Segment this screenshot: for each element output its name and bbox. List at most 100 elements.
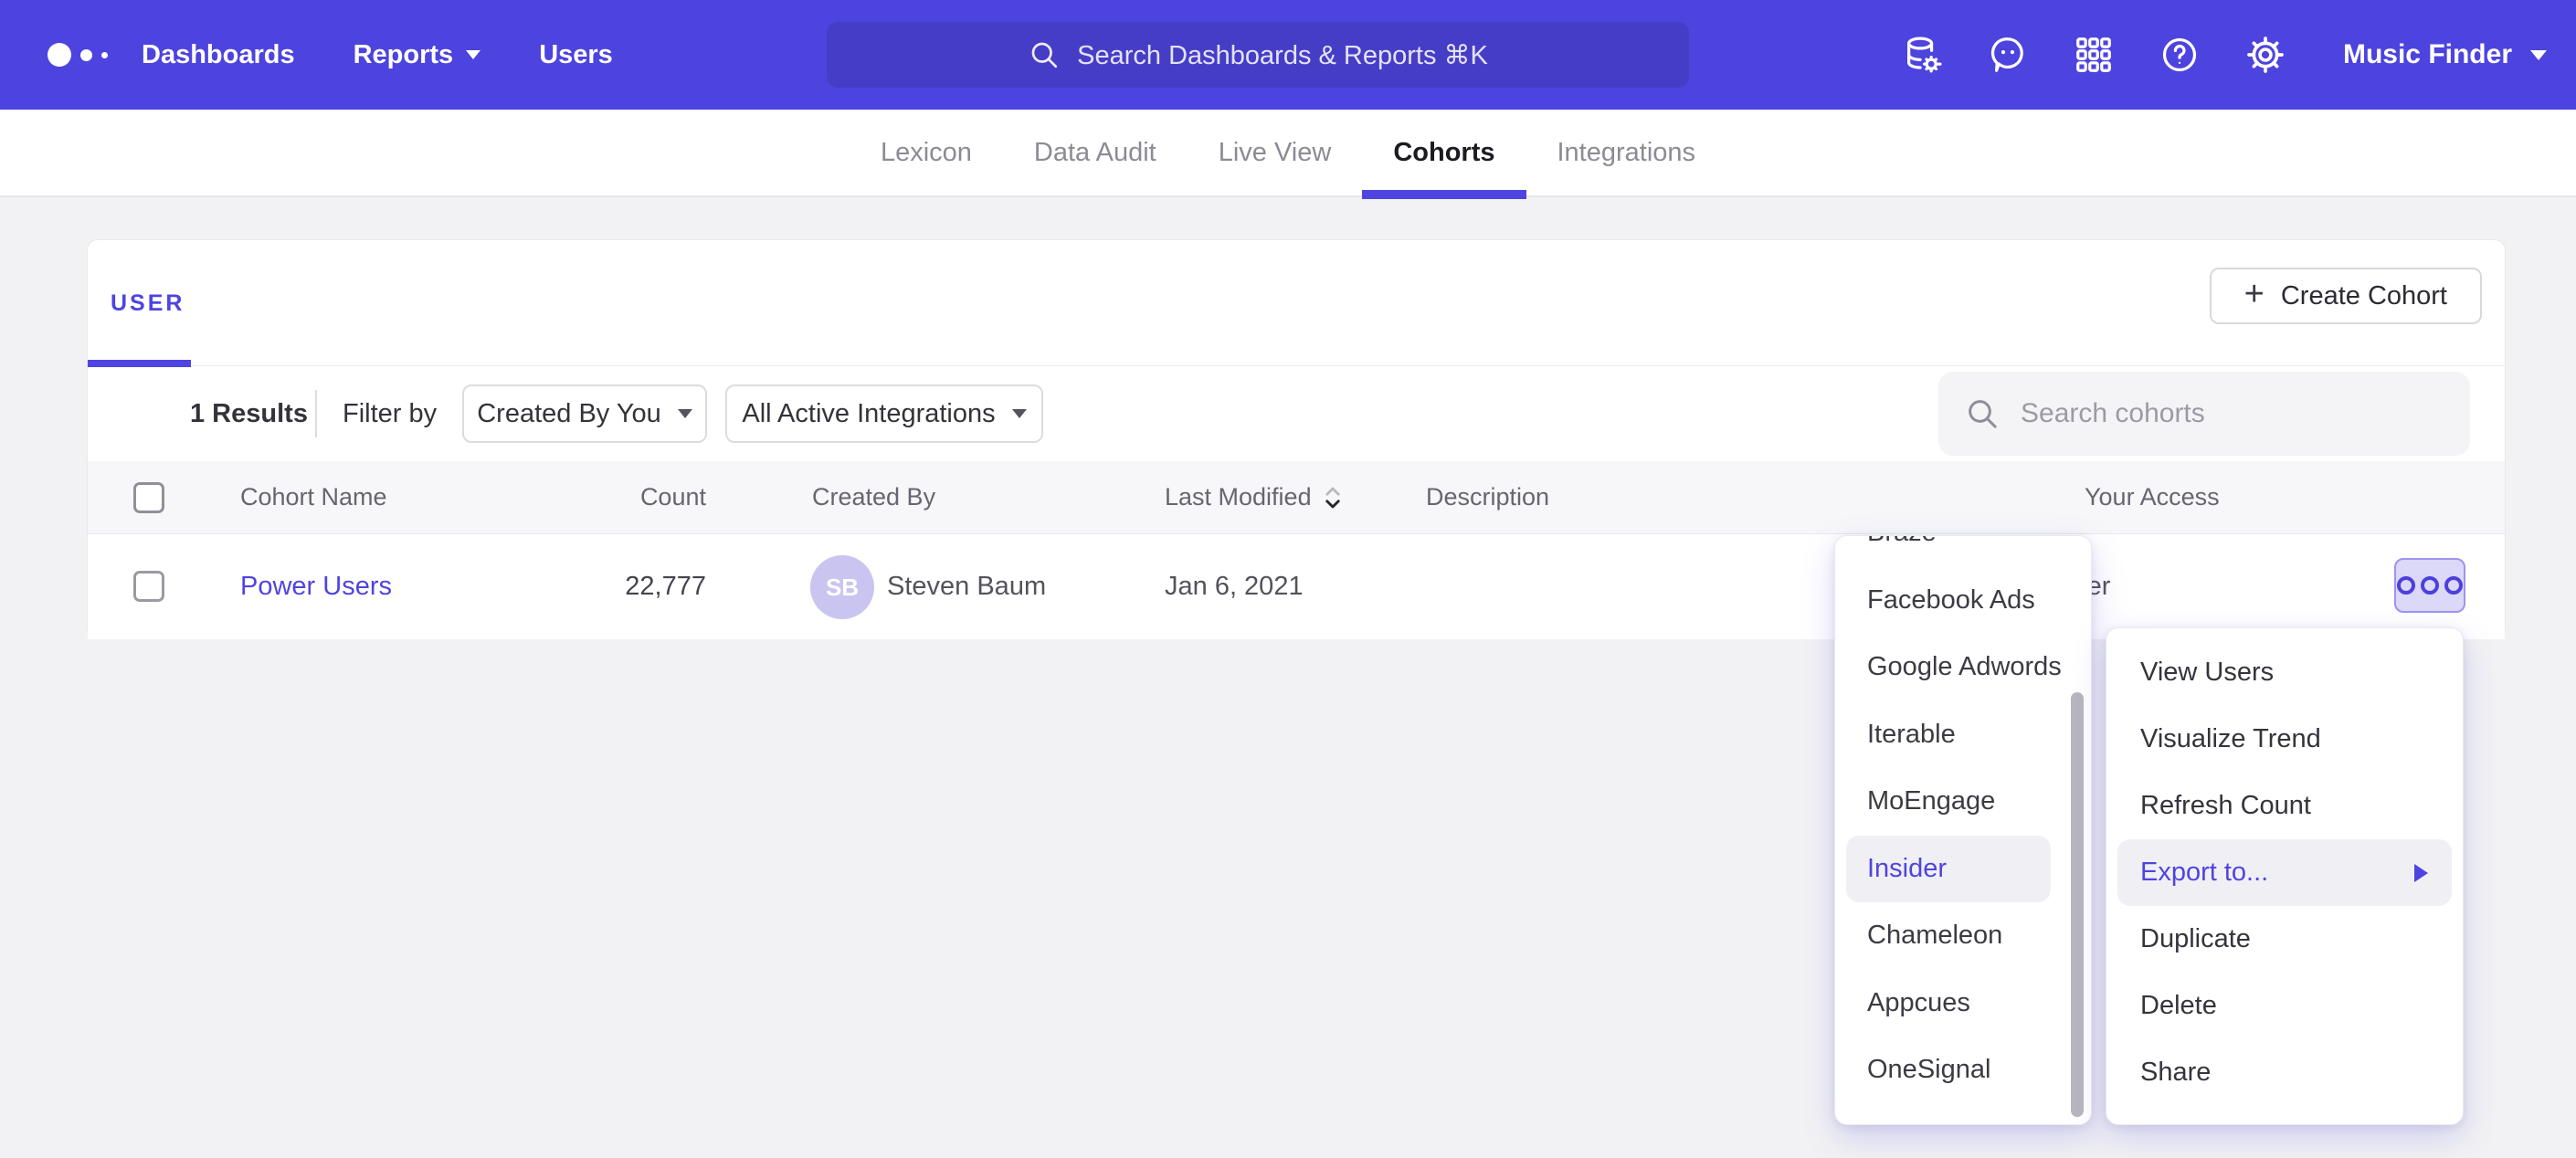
- submenu-item-appcues[interactable]: Appcues: [1835, 970, 2091, 1037]
- tab-user-cohorts[interactable]: USER: [111, 240, 185, 366]
- column-count-label: Count: [640, 483, 706, 511]
- tab-data-audit[interactable]: Data Audit: [1003, 110, 1188, 197]
- help-icon[interactable]: [2159, 34, 2201, 76]
- submenu-scrollbar-thumb[interactable]: [2071, 692, 2084, 1117]
- submenu-item-braze-label: Braze: [1867, 535, 1937, 548]
- submenu-item-moengage-label: MoEngage: [1867, 786, 1995, 816]
- plus-icon: +: [2244, 277, 2265, 311]
- project-switcher[interactable]: Music Finder: [2343, 39, 2547, 70]
- integrations-filter-label: All Active Integrations: [742, 399, 995, 429]
- submenu-arrow-icon: [2414, 864, 2428, 882]
- column-cohort-name[interactable]: Cohort Name: [240, 461, 387, 533]
- column-description[interactable]: Description: [1426, 461, 1549, 533]
- create-cohort-button[interactable]: + Create Cohort: [2210, 268, 2482, 324]
- context-item-delete[interactable]: Delete: [2106, 973, 2463, 1039]
- cohorts-page: Dashboards Reports Users Search Dashboar…: [0, 0, 2576, 1158]
- context-item-duplicate[interactable]: Duplicate: [2106, 906, 2463, 973]
- tab-live-view[interactable]: Live View: [1188, 110, 1363, 197]
- avatar: SB: [810, 555, 874, 619]
- data-management-icon[interactable]: [1901, 34, 1943, 76]
- nav-users-label: Users: [539, 40, 613, 70]
- settings-gear-icon[interactable]: [2244, 34, 2286, 76]
- column-created-by-label: Created By: [812, 483, 935, 511]
- sort-icon: [1321, 484, 1345, 511]
- nav-dashboards[interactable]: Dashboards: [142, 40, 295, 70]
- top-nav: Dashboards Reports Users Search Dashboar…: [0, 0, 2576, 110]
- table-row: Power Users 22,777 SB Steven Baum Jan 6,…: [88, 534, 2505, 639]
- context-item-export-to[interactable]: Export to...: [2117, 839, 2452, 906]
- nav-utility-area: Music Finder: [1901, 0, 2547, 110]
- cohort-count-value: 22,777: [625, 572, 706, 602]
- tab-cohorts-label: Cohorts: [1393, 138, 1494, 167]
- context-item-export-to-label: Export to...: [2140, 858, 2268, 888]
- filter-toolbar: 1 Results Filter by Created By You All A…: [88, 366, 2505, 461]
- context-item-share[interactable]: Share: [2106, 1039, 2463, 1106]
- submenu-item-moengage[interactable]: MoEngage: [1835, 768, 2091, 836]
- column-count[interactable]: Count: [526, 461, 706, 533]
- context-item-refresh-count[interactable]: Refresh Count: [2106, 773, 2463, 839]
- select-all-checkbox[interactable]: [133, 482, 164, 513]
- results-count: 1 Results: [190, 366, 308, 461]
- row-context-menu: View Users Visualize Trend Refresh Count…: [2106, 627, 2464, 1125]
- cohorts-card: USER + Create Cohort 1 Results Filter by…: [87, 239, 2506, 639]
- search-icon: [1964, 395, 2001, 432]
- submenu-item-google-adwords-label: Google Adwords: [1867, 652, 2062, 682]
- submenu-item-chameleon[interactable]: Chameleon: [1835, 902, 2091, 970]
- column-cohort-name-label: Cohort Name: [240, 483, 387, 511]
- context-item-duplicate-label: Duplicate: [2140, 924, 2251, 954]
- row-checkbox[interactable]: [133, 571, 164, 602]
- tab-data-audit-label: Data Audit: [1034, 138, 1156, 167]
- brand-logo-icon[interactable]: [48, 0, 108, 110]
- integrations-filter-dropdown[interactable]: All Active Integrations: [725, 384, 1043, 443]
- submenu-item-insider-label: Insider: [1867, 854, 1947, 884]
- global-search-input[interactable]: Search Dashboards & Reports ⌘K: [827, 22, 1689, 88]
- logo-dot-large: [48, 43, 71, 67]
- export-submenu: Braze Facebook Ads Google Adwords Iterab…: [1834, 535, 2092, 1125]
- context-item-share-label: Share: [2140, 1058, 2211, 1088]
- submenu-item-facebook-ads[interactable]: Facebook Ads: [1835, 567, 2091, 635]
- logo-dot-small: [101, 52, 108, 58]
- more-dots-icon: [2397, 576, 2415, 595]
- section-tabs: Lexicon Data Audit Live View Cohorts Int…: [0, 110, 2576, 197]
- filter-by-label: Filter by: [343, 366, 437, 461]
- cohort-search-input[interactable]: [2021, 372, 2450, 456]
- last-modified-value: Jan 6, 2021: [1165, 572, 1304, 602]
- tab-lexicon[interactable]: Lexicon: [850, 110, 1003, 197]
- row-more-actions-button[interactable]: [2394, 558, 2465, 613]
- logo-dot-medium: [80, 49, 92, 61]
- submenu-item-insider[interactable]: Insider: [1846, 836, 2051, 903]
- feedback-chat-icon[interactable]: [1987, 34, 2029, 76]
- submenu-item-onesignal[interactable]: OneSignal: [1835, 1037, 2091, 1104]
- context-item-view-users[interactable]: View Users: [2106, 639, 2463, 706]
- context-item-visualize-trend-label: Visualize Trend: [2140, 724, 2321, 754]
- cohort-name-link[interactable]: Power Users: [240, 572, 392, 602]
- submenu-item-google-adwords[interactable]: Google Adwords: [1835, 634, 2091, 701]
- column-last-modified[interactable]: Last Modified: [1165, 461, 1345, 533]
- nav-users[interactable]: Users: [539, 40, 613, 70]
- nav-reports[interactable]: Reports: [354, 40, 481, 70]
- context-item-delete-label: Delete: [2140, 991, 2217, 1021]
- column-created-by[interactable]: Created By: [812, 461, 935, 533]
- cohort-type-tabstrip: USER + Create Cohort: [88, 240, 2505, 366]
- tab-cohorts[interactable]: Cohorts: [1362, 110, 1526, 197]
- created-by-value: Steven Baum: [887, 572, 1046, 602]
- export-submenu-list: Braze Facebook Ads Google Adwords Iterab…: [1835, 535, 2091, 1104]
- submenu-item-chameleon-label: Chameleon: [1867, 921, 2002, 951]
- tab-integrations[interactable]: Integrations: [1526, 110, 1727, 197]
- apps-grid-icon[interactable]: [2073, 34, 2115, 76]
- chevron-down-icon: [678, 409, 692, 418]
- context-item-view-users-label: View Users: [2140, 658, 2274, 688]
- column-your-access[interactable]: Your Access: [2085, 461, 2220, 533]
- nav-dashboards-label: Dashboards: [142, 40, 295, 70]
- context-menu-list: View Users Visualize Trend Refresh Count…: [2106, 639, 2463, 1106]
- submenu-item-onesignal-label: OneSignal: [1867, 1055, 1990, 1085]
- tab-integrations-label: Integrations: [1557, 138, 1696, 167]
- chevron-down-icon: [466, 50, 480, 59]
- cohort-search-box: [1938, 372, 2470, 456]
- submenu-item-braze[interactable]: Braze: [1835, 535, 2091, 567]
- created-by-filter-dropdown[interactable]: Created By You: [462, 384, 707, 443]
- tab-user-label: USER: [111, 290, 185, 317]
- context-item-visualize-trend[interactable]: Visualize Trend: [2106, 706, 2463, 773]
- submenu-item-iterable[interactable]: Iterable: [1835, 701, 2091, 769]
- divider: [315, 390, 317, 437]
